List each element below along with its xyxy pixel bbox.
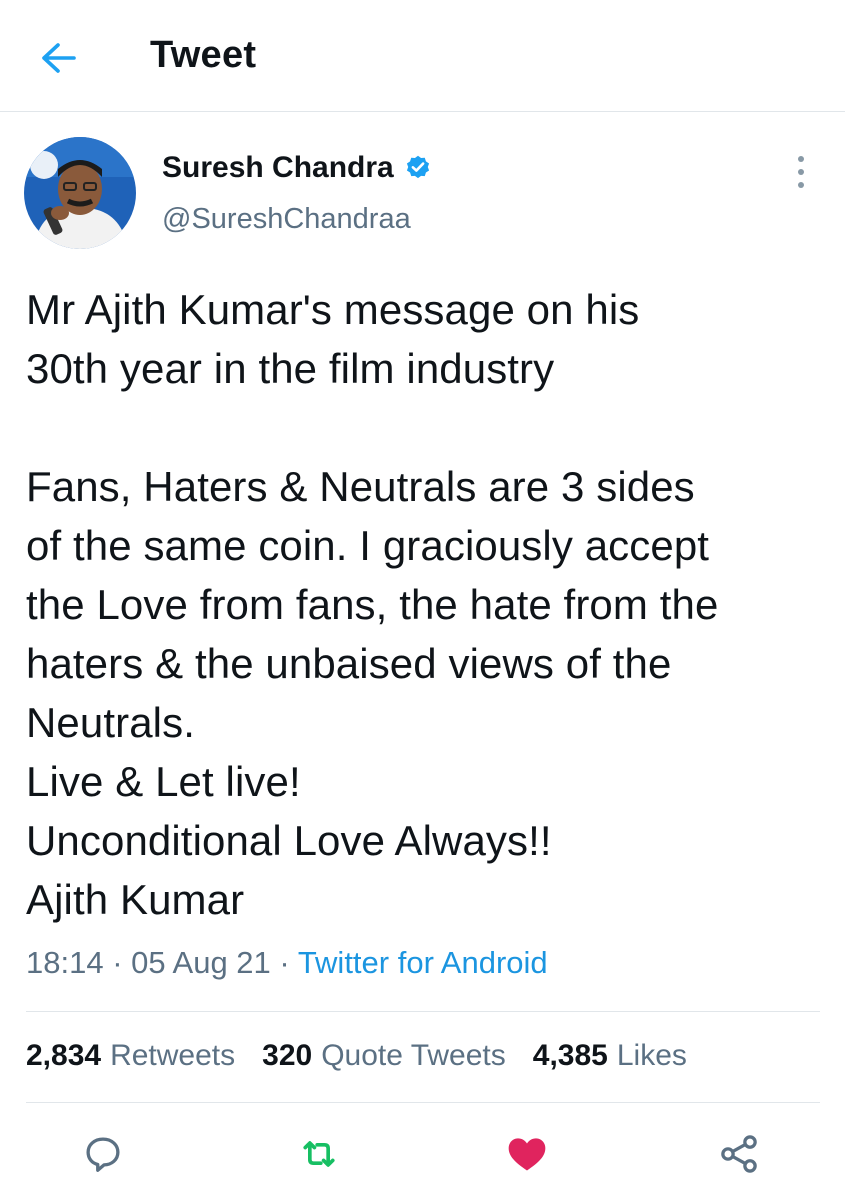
tweet-time: 18:14 <box>26 945 104 980</box>
verified-badge-icon <box>404 154 432 182</box>
more-vertical-icon <box>798 156 804 188</box>
tweet-source-link[interactable]: Twitter for Android <box>298 945 548 980</box>
quote-tweets-label: Quote Tweets <box>321 1039 506 1072</box>
quote-tweets-stat[interactable]: 320 Quote Tweets <box>262 1039 506 1073</box>
likes-stat[interactable]: 4,385 Likes <box>533 1039 687 1073</box>
share-icon <box>721 1135 757 1173</box>
like-button[interactable] <box>499 1126 555 1182</box>
retweets-label: Retweets <box>110 1039 236 1072</box>
retweet-icon <box>303 1141 335 1167</box>
retweet-button[interactable] <box>291 1126 347 1182</box>
more-options-button[interactable] <box>786 150 816 194</box>
tweet-meta: 18:14 · 05 Aug 21 · Twitter for Android <box>26 945 548 981</box>
likes-count: 4,385 <box>532 1039 608 1072</box>
heart-icon <box>508 1138 546 1171</box>
tweet-date: 05 Aug 21 <box>131 945 271 980</box>
tweet-text: Mr Ajith Kumar's message on his 30th yea… <box>26 286 719 923</box>
retweets-stat[interactable]: 2,834 Retweets <box>26 1039 235 1073</box>
author-handle[interactable]: @SureshChandraa <box>162 203 411 236</box>
arrow-left-icon <box>42 43 76 73</box>
tweet-stats: 2,834 Retweets 320 Quote Tweets 4,385 Likes <box>26 1039 687 1073</box>
author-name-text: Suresh Chandra <box>162 151 394 184</box>
retweets-count: 2,834 <box>26 1039 102 1072</box>
page-title: Tweet <box>150 34 257 76</box>
divider <box>26 1102 820 1103</box>
meta-separator: · <box>279 945 290 980</box>
likes-label: Likes <box>616 1039 687 1072</box>
reply-button[interactable] <box>75 1126 131 1182</box>
avatar[interactable] <box>24 137 136 249</box>
quote-tweets-count: 320 <box>262 1039 313 1072</box>
avatar-image <box>24 137 136 249</box>
back-button[interactable] <box>30 30 86 86</box>
reply-icon <box>86 1137 120 1172</box>
author-name[interactable]: Suresh Chandra <box>162 151 432 185</box>
share-button[interactable] <box>711 1126 767 1182</box>
divider <box>26 1011 820 1012</box>
meta-separator: · <box>112 945 123 980</box>
top-bar: Tweet <box>0 0 845 112</box>
